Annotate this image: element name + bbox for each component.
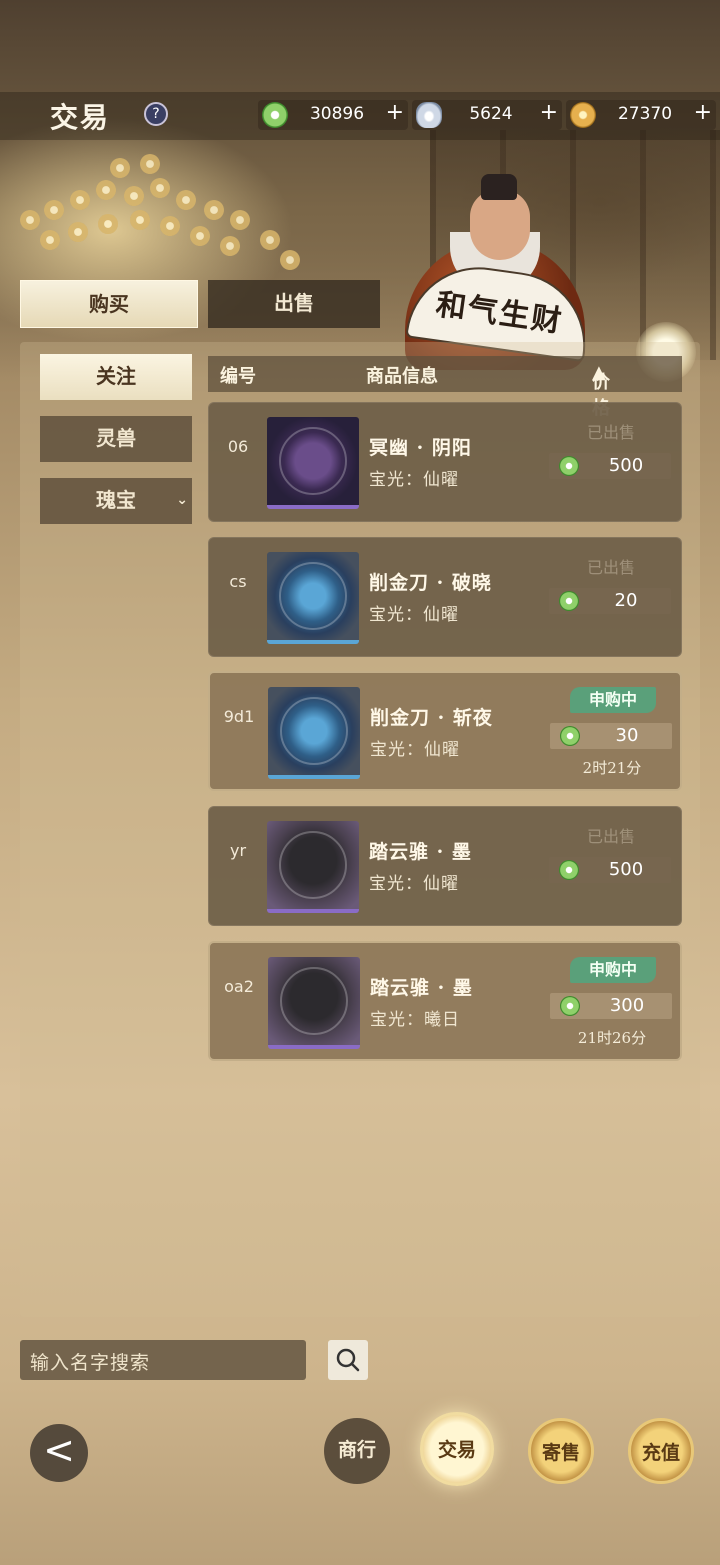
currency-jade: 30896 + <box>258 100 408 130</box>
price-value: 30 <box>615 725 639 746</box>
jade-coin-icon <box>559 456 579 476</box>
sidebar-item-label: 瑰宝 <box>96 488 136 512</box>
time-remaining: 21时26分 <box>577 1029 647 1047</box>
status-sold: 已出售 <box>586 558 635 577</box>
listing-code: 9d1 <box>223 707 255 726</box>
coin-pile-decoration <box>0 150 330 280</box>
listing-code: yr <box>229 841 247 860</box>
add-jade-button[interactable]: + <box>386 100 404 125</box>
item-name: 削金刀 · 斩夜 <box>370 707 493 729</box>
help-icon[interactable]: ? <box>144 102 168 126</box>
price-box: 500 <box>549 453 671 479</box>
price-box: 30 <box>550 723 672 749</box>
price-box: 300 <box>550 993 672 1019</box>
item-name: 冥幽 · 阴阳 <box>369 437 472 459</box>
column-price[interactable]: 价格 ▲ <box>592 362 610 419</box>
jade-coin-icon <box>559 860 579 880</box>
currency-silver: 5624 + <box>412 100 562 130</box>
listing-row[interactable]: 9d1 削金刀 · 斩夜 宝光：仙曜 申购中 30 2时21分 <box>208 671 682 791</box>
item-image <box>267 552 359 644</box>
price-box: 20 <box>549 588 671 614</box>
price-value: 500 <box>608 455 644 476</box>
sidebar-item-spirit-beast[interactable]: 灵兽 <box>40 416 192 462</box>
jade-coin-icon <box>560 996 580 1016</box>
tab-sell[interactable]: 出售 <box>208 280 380 328</box>
listing-row[interactable]: oa2 踏云骓 · 墨 宝光：曦日 申购中 300 21时26分 <box>208 941 682 1061</box>
item-image <box>267 821 359 913</box>
nav-recharge[interactable]: 充值 <box>628 1418 694 1484</box>
currency-silver-value: 5624 <box>469 104 513 124</box>
listing-row[interactable]: cs 削金刀 · 破晓 宝光：仙曜 已出售 20 <box>208 537 682 657</box>
price-value: 300 <box>609 995 645 1016</box>
item-name: 踏云骓 · 墨 <box>370 977 473 999</box>
item-image <box>268 957 360 1049</box>
listing-row[interactable]: yr 踏云骓 · 墨 宝光：仙曜 已出售 500 <box>208 806 682 926</box>
status-badge: 申购中 <box>570 957 656 983</box>
search-button[interactable] <box>328 1340 368 1380</box>
item-sub: 宝光：仙曜 <box>370 740 460 760</box>
price-value: 500 <box>608 859 644 880</box>
jade-coin-icon <box>559 591 579 611</box>
currency-gold-value: 27370 <box>617 104 673 124</box>
jade-coin-icon <box>560 726 580 746</box>
currency-gold: 27370 + <box>566 100 716 130</box>
listing-row[interactable]: 06 冥幽 · 阴阳 宝光：仙曜 已出售 500 <box>208 402 682 522</box>
status-badge: 申购中 <box>570 687 656 713</box>
item-sub: 宝光：曦日 <box>370 1010 460 1030</box>
column-code: 编号 <box>220 366 256 387</box>
nav-trading-house[interactable]: 商行 <box>324 1418 390 1484</box>
listing-code: 06 <box>227 437 249 456</box>
table-header: 编号 商品信息 价格 ▲ <box>208 356 682 419</box>
sidebar-item-watchlist[interactable]: 关注 <box>40 354 192 400</box>
price-value: 20 <box>614 590 638 611</box>
search-input[interactable]: 输入名字搜索 <box>20 1340 306 1380</box>
status-sold: 已出售 <box>586 423 635 442</box>
nav-trade[interactable]: 交易 <box>420 1412 494 1486</box>
item-name: 踏云骓 · 墨 <box>369 841 472 863</box>
listing-code: oa2 <box>224 977 254 996</box>
silver-ingot-icon <box>416 102 442 128</box>
item-image <box>268 687 360 779</box>
page-title: 交易 <box>50 101 111 134</box>
currency-jade-value: 30896 <box>309 104 365 124</box>
nav-consign[interactable]: 寄售 <box>528 1418 594 1484</box>
add-gold-button[interactable]: + <box>694 100 712 125</box>
price-box: 500 <box>549 857 671 883</box>
time-remaining: 2时21分 <box>582 759 642 777</box>
listing-code: cs <box>229 572 247 591</box>
back-button[interactable]: < <box>30 1424 88 1482</box>
search-icon <box>336 1348 360 1372</box>
tab-buy[interactable]: 购买 <box>20 280 198 328</box>
item-sub: 宝光：仙曜 <box>369 874 459 894</box>
item-image <box>267 417 359 509</box>
item-name: 削金刀 · 破晓 <box>369 572 492 594</box>
item-sub: 宝光：仙曜 <box>369 605 459 625</box>
sidebar-item-treasure[interactable]: 瑰宝 ⌄ <box>40 478 192 524</box>
add-silver-button[interactable]: + <box>540 100 558 125</box>
jade-coin-icon <box>262 102 288 128</box>
gold-coin-icon <box>570 102 596 128</box>
status-sold: 已出售 <box>586 827 635 846</box>
chevron-down-icon: ⌄ <box>176 492 188 508</box>
column-info: 商品信息 <box>366 366 438 387</box>
item-sub: 宝光：仙曜 <box>369 470 459 490</box>
